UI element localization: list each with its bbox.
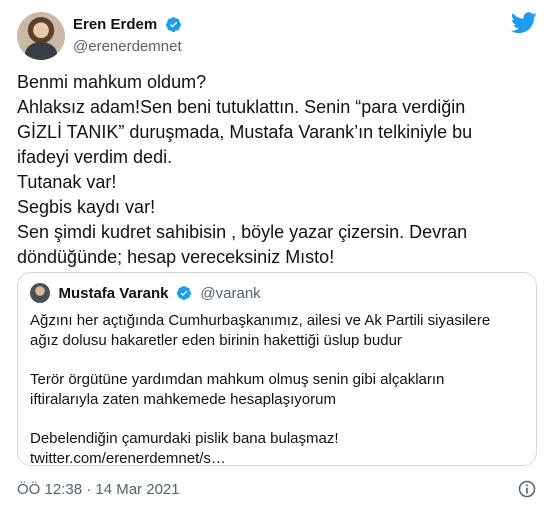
tweet-line: Tutanak var! [17,172,117,192]
twitter-bird-icon[interactable] [511,12,537,34]
quoted-line: Terör örgütüne yardımdan mahkum olmuş se… [30,371,445,388]
quoted-paragraph: Debelendiğin çamurdaki pislik bana bulaş… [30,429,526,469]
quoted-tweet-header: Mustafa Varank @varank [30,283,261,303]
tweet-timestamp[interactable]: ÖÖ 12:38 · 14 Mar 2021 [17,481,180,498]
quoted-author-handle: @varank [200,284,261,302]
tweet-line: Segbis kaydı var! [17,197,156,217]
tweet-card[interactable]: Eren Erdem @erenerdemnet Benmi mahkum ol… [0,0,554,507]
quoted-line: Debelendiğin çamurdaki pislik bana bulaş… [30,430,339,447]
author-avatar[interactable] [17,12,65,60]
quoted-tweet-text: Ağzını her açtığında Cumhurbaşkanımız, a… [30,311,526,469]
tweet-line: GİZLİ TANIK” duruşmada, Mustafa Varank’ı… [17,122,473,142]
author-name-block[interactable]: Eren Erdem @erenerdemnet [73,16,182,55]
author-handle[interactable]: @erenerdemnet [73,38,182,55]
info-icon[interactable] [517,479,537,499]
verified-badge-icon [165,17,181,33]
author-display-name[interactable]: Eren Erdem [73,16,157,33]
tweet-header: Eren Erdem @erenerdemnet [17,12,537,62]
quoted-link[interactable]: twitter.com/erenerdemnet/s… [30,449,526,469]
quoted-line: iftiralarıyla zaten mahkemede hesaplaşıy… [30,391,336,408]
quoted-tweet[interactable]: Mustafa Varank @varank Ağzını her açtığı… [17,272,537,469]
quoted-line: Ağzını her açtığında Cumhurbaşkanımız, a… [30,312,491,329]
tweet-line: Benmi mahkum oldum? [17,72,207,92]
tweet-line: döndüğünde; hesap vereceksiniz Mısto! [17,247,335,267]
quoted-author-name: Mustafa Varank [58,284,169,302]
quoted-paragraph: Terör örgütüne yardımdan mahkum olmuş se… [30,370,526,410]
quoted-author-avatar [30,283,50,303]
tweet-line: Sen şimdi kudret sahibisin , böyle yazar… [17,222,468,242]
quoted-line: ağız dolusu hakaretler eden birinin hake… [30,332,402,349]
tweet-line: Ahlaksız adam!Sen beni tutuklattın. Seni… [17,97,466,117]
tweet-line: ifadeyi verdim dedi. [17,147,173,167]
quoted-paragraph: Ağzını her açtığında Cumhurbaşkanımız, a… [30,311,526,351]
tweet-footer: ÖÖ 12:38 · 14 Mar 2021 [17,479,537,501]
tweet-text: Benmi mahkum oldum? Ahlaksız adam!Sen be… [17,70,537,270]
verified-badge-icon [176,286,191,300]
